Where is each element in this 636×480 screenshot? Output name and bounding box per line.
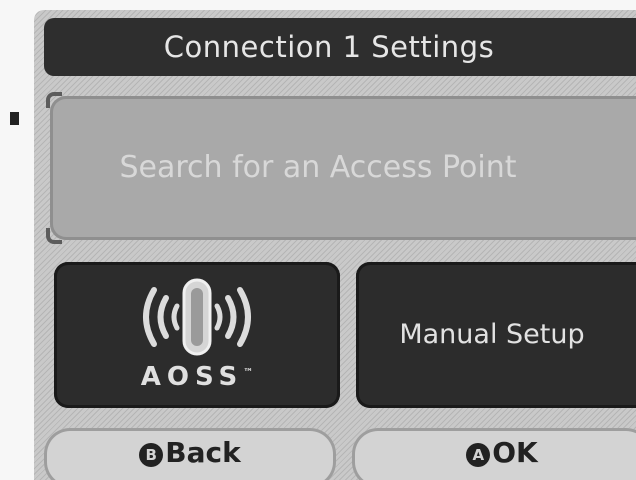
aoss-trademark: ™: [243, 367, 254, 379]
screen: Connection 1 Settings Search for an Acce…: [0, 0, 636, 480]
selection-pointer-icon: [10, 112, 19, 125]
manual-setup-button[interactable]: Manual Setup: [356, 262, 636, 408]
search-access-point-button[interactable]: Search for an Access Point: [46, 92, 636, 244]
aoss-button[interactable]: AOSS™: [54, 262, 340, 408]
aoss-label-text: AOSS: [140, 362, 244, 392]
aoss-wireless-icon: [143, 278, 251, 356]
aoss-label: AOSS™: [54, 362, 340, 392]
back-button[interactable]: B Back: [44, 428, 336, 480]
focus-corner-top-left: [46, 92, 62, 108]
a-button-icon: A: [466, 443, 491, 467]
ok-button[interactable]: A OK: [352, 428, 636, 480]
settings-panel: [34, 10, 636, 480]
b-button-icon: B: [139, 443, 164, 467]
search-access-point-label: Search for an Access Point: [119, 150, 517, 185]
focus-corner-bottom-left: [46, 228, 62, 244]
manual-setup-label: Manual Setup: [399, 319, 585, 350]
ok-label: OK: [492, 436, 538, 469]
back-label: Back: [165, 436, 241, 469]
page-title: Connection 1 Settings: [44, 18, 636, 76]
